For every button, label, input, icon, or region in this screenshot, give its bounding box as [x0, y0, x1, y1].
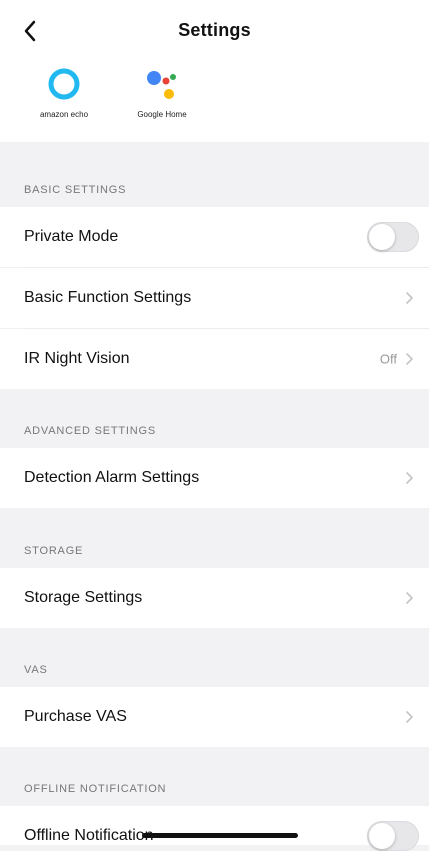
- section-title-vas: VAS: [24, 664, 48, 676]
- assistant-integrations: amazon echo Google Home: [0, 62, 429, 142]
- amazon-echo-label: amazon echo: [39, 110, 89, 119]
- alexa-ring-icon: [48, 68, 80, 100]
- private-mode-label: Private Mode: [24, 228, 119, 245]
- section-title-offline: OFFLINE NOTIFICATION: [24, 783, 167, 795]
- purchase-vas-label: Purchase VAS: [24, 708, 127, 725]
- chevron-right-icon: [406, 592, 413, 604]
- offline-notification-label: Offline Notification: [24, 827, 154, 844]
- header-bar: Settings: [0, 0, 429, 62]
- offline-notification-row: Offline Notification: [0, 806, 429, 851]
- private-mode-row: Private Mode: [0, 207, 429, 267]
- section-title-basic: BASIC SETTINGS: [24, 184, 127, 196]
- detection-alarm-settings-label: Detection Alarm Settings: [24, 469, 200, 486]
- offline-notification-toggle[interactable]: [367, 821, 419, 851]
- google-home-label: Google Home: [137, 110, 187, 119]
- ir-night-vision-value: Off: [379, 351, 397, 367]
- toggle-knob: [369, 823, 395, 849]
- page-title: Settings: [178, 20, 251, 40]
- storage-settings-row[interactable]: Storage Settings: [0, 568, 429, 628]
- toggle-knob: [369, 224, 395, 250]
- chevron-right-icon: [406, 472, 413, 484]
- ir-night-vision-label: IR Night Vision: [24, 350, 130, 367]
- section-title-advanced: ADVANCED SETTINGS: [24, 425, 156, 437]
- chevron-right-icon: [406, 292, 413, 304]
- purchase-vas-row[interactable]: Purchase VAS: [0, 687, 429, 747]
- chevron-right-icon: [406, 711, 413, 723]
- detection-alarm-settings-row[interactable]: Detection Alarm Settings: [0, 448, 429, 508]
- basic-function-settings-label: Basic Function Settings: [24, 289, 192, 306]
- google-home-button[interactable]: Google Home: [112, 62, 212, 142]
- google-assistant-dots-icon: [147, 71, 176, 99]
- amazon-echo-button[interactable]: amazon echo: [14, 62, 114, 142]
- ir-night-vision-row[interactable]: IR Night Vision Off: [0, 329, 429, 389]
- home-indicator: [142, 833, 298, 838]
- section-title-storage: STORAGE: [24, 545, 84, 557]
- basic-function-settings-row[interactable]: Basic Function Settings: [0, 268, 429, 328]
- storage-settings-label: Storage Settings: [24, 589, 143, 606]
- private-mode-toggle[interactable]: [367, 222, 419, 252]
- chevron-right-icon: [406, 353, 413, 365]
